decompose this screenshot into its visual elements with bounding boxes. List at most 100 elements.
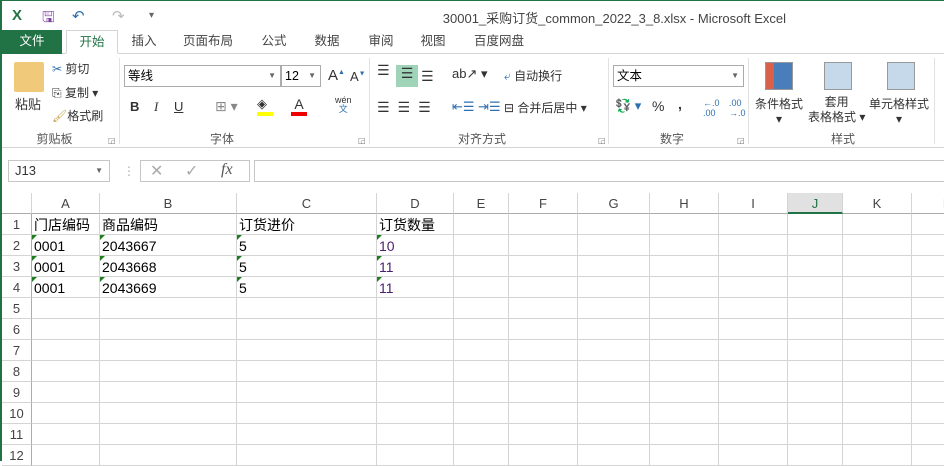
orientation-icon[interactable]: ab↗ ▾ [452,66,488,82]
cell-I3[interactable] [719,256,788,277]
formula-input[interactable] [254,160,944,182]
dialog-launcher-icon[interactable]: ◲ [108,136,116,145]
column-header-F[interactable]: F [509,193,578,214]
decrease-font-icon[interactable]: A▼ [350,69,366,84]
cell-A8[interactable] [32,361,100,382]
dialog-launcher-icon[interactable]: ◲ [358,136,366,145]
cell-F7[interactable] [509,340,578,361]
cell-A5[interactable] [32,298,100,319]
horizontal-align-icons[interactable]: ☰☰☰ [377,99,439,116]
cell-A9[interactable] [32,382,100,403]
cell-D1[interactable]: 订货数量 [377,214,454,235]
cell-L12[interactable] [912,445,944,466]
cell-E11[interactable] [454,424,509,445]
cell-G1[interactable] [578,214,650,235]
underline-button[interactable]: U [174,99,183,114]
increase-font-icon[interactable]: A▲ [328,67,345,84]
insert-function-icon[interactable]: fx [221,161,233,179]
cell-G3[interactable] [578,256,650,277]
cell-B8[interactable] [100,361,237,382]
cell-I6[interactable] [719,319,788,340]
row-header-11[interactable]: 11 [2,424,32,445]
cell-H4[interactable] [650,277,719,298]
cell-G10[interactable] [578,403,650,424]
cell-E9[interactable] [454,382,509,403]
tab-home[interactable]: 开始 [66,30,118,54]
cell-B11[interactable] [100,424,237,445]
cell-I12[interactable] [719,445,788,466]
cell-G2[interactable] [578,235,650,256]
cell-styles-icon[interactable] [887,62,915,90]
cell-E3[interactable] [454,256,509,277]
row-header-2[interactable]: 2 [2,235,32,256]
cell-A7[interactable] [32,340,100,361]
dialog-launcher-icon[interactable]: ◲ [737,136,745,145]
row-header-9[interactable]: 9 [2,382,32,403]
cell-G11[interactable] [578,424,650,445]
cell-D8[interactable] [377,361,454,382]
indent-icons[interactable]: ⇤☰ ⇥☰ [452,99,501,115]
cell-D3[interactable]: 11 [377,256,454,277]
cell-L3[interactable] [912,256,944,277]
cell-H8[interactable] [650,361,719,382]
cell-D4[interactable]: 11 [377,277,454,298]
cell-K3[interactable] [843,256,912,277]
cell-F9[interactable] [509,382,578,403]
cell-G6[interactable] [578,319,650,340]
column-header-K[interactable]: K [843,193,912,214]
cell-J2[interactable] [788,235,843,256]
cell-E2[interactable] [454,235,509,256]
dialog-launcher-icon[interactable]: ◲ [598,136,606,145]
cell-H10[interactable] [650,403,719,424]
cell-E12[interactable] [454,445,509,466]
cell-J3[interactable] [788,256,843,277]
cell-F1[interactable] [509,214,578,235]
row-header-1[interactable]: 1 [2,214,32,235]
cell-I9[interactable] [719,382,788,403]
cell-J7[interactable] [788,340,843,361]
cell-K1[interactable] [843,214,912,235]
cell-L9[interactable] [912,382,944,403]
tab-review[interactable]: 审阅 [359,30,403,54]
cell-I10[interactable] [719,403,788,424]
cell-K4[interactable] [843,277,912,298]
tab-baidu-netdisk[interactable]: 百度网盘 [467,30,531,54]
bold-button[interactable]: B [130,99,139,114]
column-header-C[interactable]: C [237,193,377,214]
tab-file[interactable]: 文件 [2,30,62,54]
cell-B12[interactable] [100,445,237,466]
wrap-text-button[interactable]: ⤶ 自动换行 [504,67,562,84]
cell-I11[interactable] [719,424,788,445]
cell-E4[interactable] [454,277,509,298]
cell-C12[interactable] [237,445,377,466]
column-header-D[interactable]: D [377,193,454,214]
cell-A2[interactable]: 0001 [32,235,100,256]
align-top-icon[interactable]: ☰ [377,62,390,79]
column-header-B[interactable]: B [100,193,237,214]
align-bottom-icon[interactable]: ☰ [421,68,434,85]
cell-A6[interactable] [32,319,100,340]
cell-C2[interactable]: 5 [237,235,377,256]
cell-B4[interactable]: 2043669 [100,277,237,298]
cell-C10[interactable] [237,403,377,424]
format-as-table-button[interactable]: 套用 表格格式 ▾ [808,95,865,125]
percent-button[interactable]: % [652,98,664,114]
cell-I1[interactable] [719,214,788,235]
cell-F3[interactable] [509,256,578,277]
cell-K9[interactable] [843,382,912,403]
cell-B1[interactable]: 商品编码 [100,214,237,235]
paste-icon[interactable] [14,62,44,92]
cell-E7[interactable] [454,340,509,361]
cell-D12[interactable] [377,445,454,466]
cell-E10[interactable] [454,403,509,424]
cell-F5[interactable] [509,298,578,319]
cell-I4[interactable] [719,277,788,298]
row-header-7[interactable]: 7 [2,340,32,361]
cell-I2[interactable] [719,235,788,256]
cell-J8[interactable] [788,361,843,382]
cell-B6[interactable] [100,319,237,340]
cell-I5[interactable] [719,298,788,319]
cell-E5[interactable] [454,298,509,319]
tab-insert[interactable]: 插入 [122,30,166,54]
cell-K2[interactable] [843,235,912,256]
